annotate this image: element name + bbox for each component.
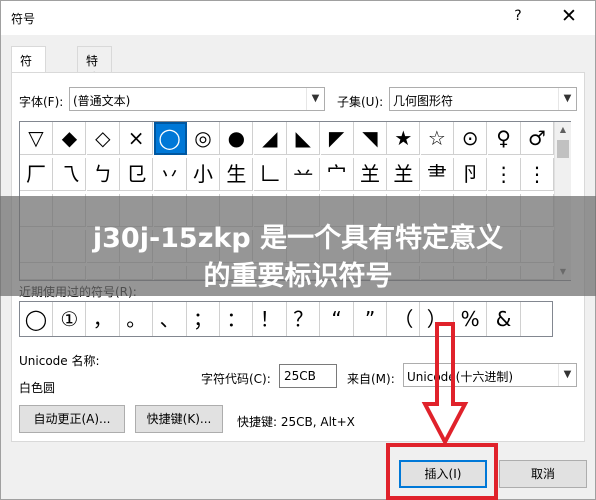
symbol-cell[interactable]: ★ bbox=[387, 122, 421, 155]
font-label: 字体(F): bbox=[19, 95, 64, 109]
symbol-cell[interactable]: ⋮ bbox=[521, 158, 554, 191]
symbol-cell[interactable]: 𦍌 bbox=[387, 158, 421, 191]
symbol-cell[interactable]: 小 bbox=[187, 158, 220, 191]
recent-symbol-cell[interactable]: ？ bbox=[287, 302, 321, 336]
autocorrect-button[interactable]: 自动更正(A)... bbox=[19, 405, 125, 433]
overlay-banner: j30j-15zkp 是一个具有特定意义 的重要标识符号 bbox=[0, 196, 596, 296]
symbol-cell[interactable]: × bbox=[120, 122, 154, 155]
subset-select-value: 几何图形符 bbox=[393, 94, 454, 108]
symbol-cell[interactable]: 宀 bbox=[320, 158, 354, 191]
unicode-name-value: 白色圆 bbox=[19, 381, 56, 395]
symbol-cell[interactable]: ◥ bbox=[354, 122, 387, 155]
symbol-cell[interactable]: ⋮ bbox=[487, 158, 521, 191]
font-select-value: (普通文本) bbox=[73, 94, 131, 108]
recent-symbol-cell[interactable]: ； bbox=[187, 302, 220, 336]
dialog-title: 符号 bbox=[11, 12, 36, 26]
title-bar: 符号 ? ✕ bbox=[1, 1, 595, 35]
symbol-cell[interactable]: ⺻ bbox=[420, 158, 454, 191]
symbol-cell[interactable]: 乁 bbox=[53, 158, 87, 191]
cancel-button[interactable]: 取消 bbox=[499, 460, 587, 488]
scroll-up-icon[interactable]: ▲ bbox=[555, 122, 571, 138]
recent-symbol-cell[interactable]: ” bbox=[354, 302, 387, 336]
recent-symbol-cell[interactable]: ： bbox=[220, 302, 254, 336]
symbol-cell[interactable]: ◇ bbox=[86, 122, 120, 155]
symbol-cell[interactable]: ▽ bbox=[20, 122, 53, 155]
recent-symbol-cell[interactable]: ！ bbox=[254, 302, 287, 336]
shortcut-info: 快捷键: 25CB, Alt+X bbox=[237, 415, 355, 429]
chevron-down-icon[interactable]: ▼ bbox=[306, 88, 324, 110]
shortcut-key-button[interactable]: 快捷键(K)... bbox=[135, 405, 223, 433]
symbol-cell[interactable]: 𦍌 bbox=[354, 158, 387, 191]
recent-symbol-cell[interactable]: & bbox=[488, 302, 521, 336]
recent-symbol-cell[interactable]: 、 bbox=[154, 302, 187, 336]
recent-symbols-row: ◯ ①，。、；：！？ “” （）% & bbox=[19, 301, 553, 337]
symbol-cell[interactable]: 丷 bbox=[153, 158, 187, 191]
annotation-highlight-box bbox=[386, 443, 498, 500]
symbol-cell[interactable]: ◎ bbox=[187, 122, 220, 155]
help-button[interactable]: ? bbox=[511, 8, 525, 24]
chevron-down-icon[interactable]: ▼ bbox=[558, 88, 576, 110]
symbol-cell[interactable]: ㄅ bbox=[86, 158, 120, 191]
overlay-text-line1: j30j-15zkp 是一个具有特定意义 bbox=[92, 223, 504, 254]
symbol-cell[interactable]: ● bbox=[220, 122, 254, 155]
recent-symbol-cell[interactable]: ① bbox=[53, 302, 87, 336]
symbol-cell[interactable]: 厂 bbox=[20, 158, 53, 191]
symbol-cell[interactable]: ◢ bbox=[253, 122, 287, 155]
annotation-arrow-icon bbox=[421, 322, 469, 447]
symbol-cell[interactable]: ⊙ bbox=[454, 122, 488, 155]
recent-symbol-cell[interactable]: ， bbox=[87, 302, 120, 336]
font-select[interactable]: (普通文本) ▼ bbox=[69, 87, 325, 111]
symbol-cell[interactable]: 卪 bbox=[454, 158, 488, 191]
recent-symbol-cell[interactable]: 。 bbox=[120, 302, 154, 336]
symbol-cell[interactable]: ♂ bbox=[521, 122, 554, 155]
scroll-thumb[interactable] bbox=[557, 140, 569, 158]
unicode-name-label: Unicode 名称: bbox=[19, 354, 100, 368]
symbol-cell[interactable]: 生 bbox=[220, 158, 254, 191]
tab-symbols[interactable]: 符号(S) bbox=[11, 46, 46, 100]
recent-symbol-cell[interactable]: （ bbox=[387, 302, 421, 336]
symbol-cell[interactable]: 䒑 bbox=[287, 158, 321, 191]
chevron-down-icon[interactable]: ▼ bbox=[558, 364, 576, 386]
recent-symbol-cell[interactable]: ◯ bbox=[20, 302, 53, 336]
from-label: 来自(M): bbox=[347, 372, 395, 386]
char-code-input[interactable]: 25CB bbox=[279, 364, 337, 388]
symbol-cell[interactable]: ◤ bbox=[320, 122, 354, 155]
symbol-cell[interactable]: ◆ bbox=[53, 122, 87, 155]
symbol-cell[interactable]: 㔾 bbox=[120, 158, 154, 191]
subset-select[interactable]: 几何图形符 ▼ bbox=[389, 87, 577, 111]
tab-special-characters[interactable]: 特殊字符(P) bbox=[77, 46, 112, 134]
symbol-cell[interactable]: 𠃊 bbox=[253, 158, 287, 191]
symbol-cell[interactable]: ◯ bbox=[153, 122, 187, 155]
symbol-cell[interactable]: ♀ bbox=[487, 122, 521, 155]
char-code-label: 字符代码(C): bbox=[201, 372, 271, 386]
symbol-cell[interactable]: ◣ bbox=[287, 122, 321, 155]
close-button[interactable]: ✕ bbox=[559, 5, 579, 27]
char-code-value: 25CB bbox=[284, 369, 316, 383]
subset-label: 子集(U): bbox=[337, 95, 384, 109]
overlay-text-line2: 的重要标识符号 bbox=[203, 261, 393, 292]
recent-symbol-cell[interactable]: “ bbox=[321, 302, 354, 336]
symbol-cell[interactable]: ☆ bbox=[420, 122, 454, 155]
